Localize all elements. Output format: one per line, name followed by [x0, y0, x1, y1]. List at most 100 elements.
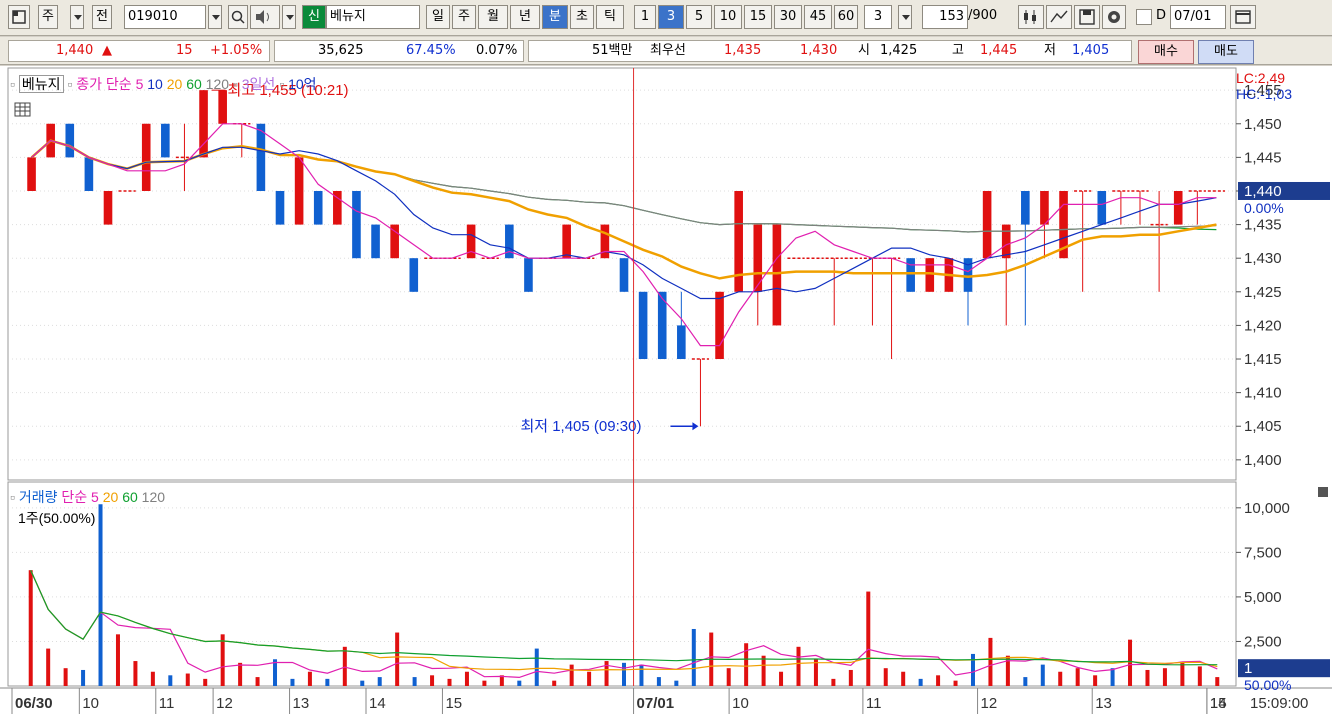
minute-1[interactable]: 1: [634, 5, 656, 29]
legend-vol-ma-label[interactable]: 단순: [61, 489, 87, 505]
legend-close-ma[interactable]: 종가 단순: [76, 76, 131, 92]
volume-bar: [185, 673, 190, 686]
search-icon[interactable]: [228, 5, 248, 29]
candle: [1097, 190, 1107, 225]
volume-bar: [115, 634, 120, 686]
candle-body: [1021, 190, 1030, 225]
volume-bar: [395, 632, 400, 686]
volume-bar: [622, 662, 626, 686]
legend-ma120[interactable]: 120: [206, 76, 229, 92]
legend-stock-name[interactable]: 베뉴지: [18, 75, 64, 93]
market-select[interactable]: 주: [38, 5, 58, 29]
interval-input[interactable]: 3: [864, 5, 892, 29]
stock-name-field[interactable]: 베뉴지: [326, 5, 420, 29]
hc-value: HC:-1,03: [1236, 86, 1293, 102]
volume-bar: [866, 591, 871, 686]
legend-ma5[interactable]: 5: [136, 76, 144, 92]
gear-icon[interactable]: [1102, 5, 1126, 29]
volume-bar: [901, 671, 906, 686]
period-week[interactable]: 주: [452, 5, 476, 29]
candle: [84, 157, 94, 191]
volume-bar: [1145, 669, 1150, 686]
speaker-icon[interactable]: [250, 5, 280, 29]
legend-ma60[interactable]: 60: [186, 76, 202, 92]
period-minute[interactable]: 분: [542, 5, 568, 29]
code-dropdown-icon[interactable]: [208, 5, 222, 29]
minute-15[interactable]: 15: [744, 5, 772, 29]
legend-vol-ma20[interactable]: 20: [103, 489, 119, 505]
legend-vol-ma5[interactable]: 5: [91, 489, 99, 505]
price-tick-label: 1,425: [1244, 284, 1282, 301]
candle-body: [982, 190, 992, 259]
window-menu-icon[interactable]: [8, 5, 30, 29]
period-month[interactable]: 월: [478, 5, 508, 29]
legend-ilmok[interactable]: 3일선: [242, 76, 276, 92]
volume-bar: [883, 668, 888, 686]
legend-ma10[interactable]: 10: [147, 76, 163, 92]
panel-close-icon[interactable]: [1318, 487, 1328, 497]
market2-select[interactable]: 전: [92, 5, 112, 29]
volume-bar: [726, 668, 731, 686]
volume-bar: [674, 680, 679, 686]
time-axis-label: 12: [216, 695, 233, 712]
volume-bar: [412, 677, 417, 686]
volume-bar: [534, 648, 539, 686]
interval-dropdown-icon[interactable]: [898, 5, 912, 29]
period-second[interactable]: 초: [570, 5, 594, 29]
period-tick[interactable]: 틱: [596, 5, 624, 29]
period-day[interactable]: 일: [426, 5, 450, 29]
volume-bar: [28, 570, 33, 686]
volume-value: 35,625: [318, 43, 364, 58]
minute-30[interactable]: 30: [774, 5, 802, 29]
volume-tick-label: 5,000: [1244, 589, 1282, 606]
time-axis-label: 10: [82, 695, 99, 712]
up-triangle-icon: ▲: [102, 43, 112, 58]
minute-45[interactable]: 45: [804, 5, 832, 29]
minute-5[interactable]: 5: [686, 5, 712, 29]
quote-bar: 1,440 ▲ 15 +1.05% 35,625 67.45% 0.07% 51…: [0, 37, 1332, 65]
candle-body: [141, 123, 151, 191]
volume-bar: [63, 668, 68, 686]
speaker-dropdown-icon[interactable]: [282, 5, 296, 29]
calendar-icon[interactable]: [1230, 5, 1256, 29]
candle-body: [371, 224, 380, 259]
volume-bar: [360, 680, 365, 686]
legend-vol-ma120[interactable]: 120: [142, 489, 165, 505]
market-dropdown-icon[interactable]: [70, 5, 84, 29]
legend-volume[interactable]: 거래량: [19, 489, 58, 505]
low-annotation: 최저 1,405 (09:30): [520, 418, 641, 435]
legend-vol-ma60[interactable]: 60: [122, 489, 138, 505]
line-tool-icon[interactable]: [1046, 5, 1072, 29]
candle: [619, 258, 629, 292]
count-input[interactable]: 153: [922, 5, 968, 29]
legend-ma20[interactable]: 20: [167, 76, 183, 92]
volume-bar: [1128, 639, 1133, 686]
price-chart-panel[interactable]: 1,4551,4501,4451,4401,4351,4301,4251,420…: [0, 66, 1332, 721]
date-checkbox[interactable]: [1136, 9, 1152, 25]
date-input[interactable]: 07/01: [1170, 5, 1226, 29]
candle: [161, 123, 170, 158]
minute-3[interactable]: 3: [658, 5, 684, 29]
stock-code-input[interactable]: 019010: [124, 5, 206, 29]
buy-button[interactable]: 매수: [1138, 40, 1194, 64]
save-icon[interactable]: [1074, 5, 1100, 29]
sell-button[interactable]: 매도: [1198, 40, 1254, 64]
candle-type-icon[interactable]: [1018, 5, 1044, 29]
best-label: 최우선: [650, 43, 686, 58]
volume-bar: [936, 675, 941, 686]
minute-10[interactable]: 10: [714, 5, 742, 29]
candlestick-chart[interactable]: 1,4551,4501,4451,4401,4351,4301,4251,420…: [0, 66, 1332, 721]
period-year[interactable]: 년: [510, 5, 540, 29]
candle-body: [1173, 190, 1183, 225]
volume-bar: [150, 671, 155, 686]
time-axis-label: 15: [1210, 695, 1227, 712]
candle-body: [1001, 224, 1011, 259]
price-tick-label: 1,405: [1244, 418, 1282, 435]
candle-body: [1097, 190, 1107, 225]
candle: [715, 291, 724, 360]
current-price-tag-label: 1,440: [1244, 183, 1282, 200]
candle-body: [715, 291, 724, 360]
volume-bar: [656, 677, 661, 686]
minute-60[interactable]: 60: [834, 5, 858, 29]
legend-amount[interactable]: 10억: [288, 76, 316, 92]
